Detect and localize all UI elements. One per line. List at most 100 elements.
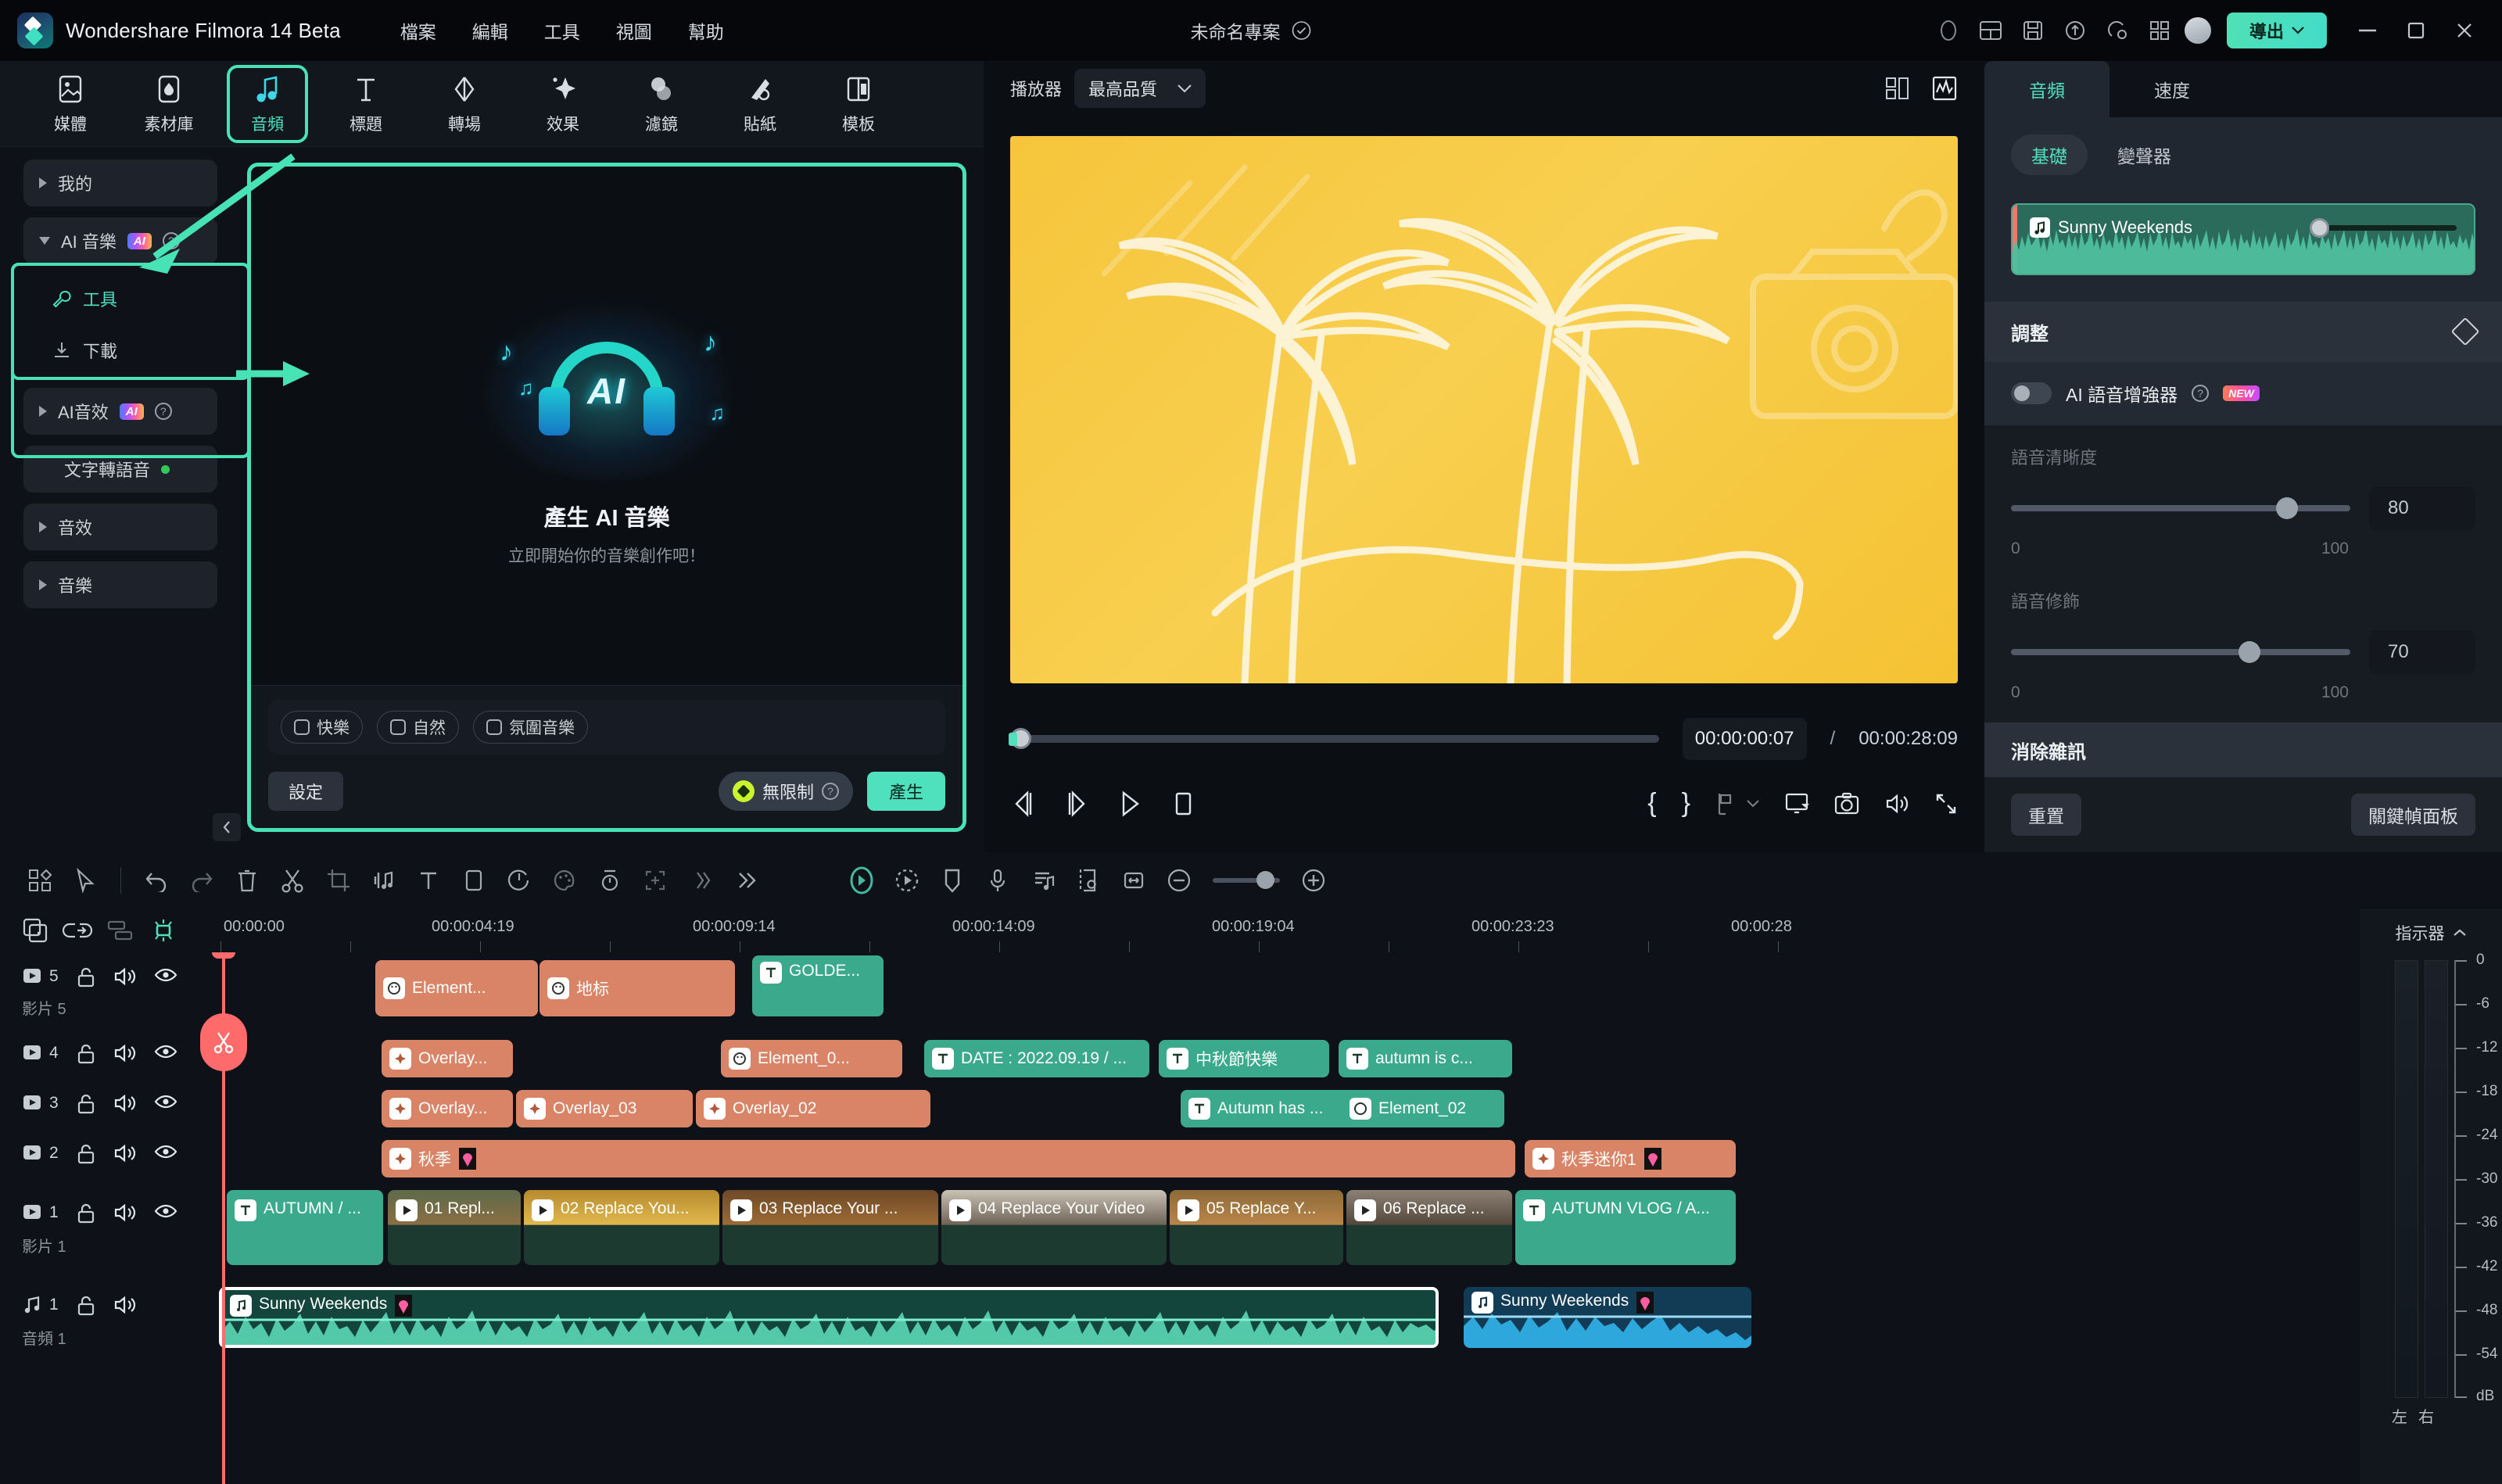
speed-icon[interactable] [496,858,542,903]
waveform-view-icon[interactable] [1931,75,1958,102]
track-lock-icon-3[interactable] [76,1093,96,1115]
track-mute-icon-1[interactable] [113,1203,137,1223]
zoom-in-button[interactable] [1291,858,1336,903]
voice-clarity-slider[interactable] [2011,497,2350,520]
keyframe-panel-button[interactable]: 關鍵幀面板 [2351,793,2475,836]
track-mute-icon-4[interactable] [113,1043,137,1063]
track-mute-icon-audio-1[interactable] [113,1295,137,1315]
subtab-basic[interactable]: 基礎 [2011,134,2088,175]
timeline-clip[interactable]: 05 Replace Y... [1170,1190,1343,1265]
voice-polish-knob[interactable] [2238,641,2260,664]
snapshot-device-icon[interactable] [1784,791,1809,816]
track-lock-icon-1[interactable] [76,1203,96,1224]
minimize-button[interactable] [2347,10,2388,51]
timeline-clip[interactable]: Overlay... [382,1090,513,1127]
split-scissors-icon[interactable] [270,858,315,903]
timeline-clip[interactable]: Element_0... [721,1040,902,1077]
tab-stock[interactable]: 素材庫 [131,68,206,140]
link-clips-icon[interactable] [63,919,92,941]
menu-help[interactable]: 幫助 [676,11,737,50]
timeline-clip[interactable]: 02 Replace You... [524,1190,719,1265]
play-button[interactable] [1117,790,1143,818]
color-palette-icon[interactable] [542,858,587,903]
settings-button[interactable]: 設定 [268,772,344,811]
track-visibility-icon-5[interactable] [154,966,177,984]
timeline-ruler[interactable]: 00:00:00 00:00:04:19 00:00:09:14 00:00:1… [220,909,2360,952]
close-button[interactable] [2444,10,2485,51]
detach-audio-icon[interactable] [360,858,406,903]
timeline-clip[interactable]: Sunny Weekends [1464,1287,1751,1348]
ai-voice-enhancer-toggle[interactable] [2011,382,2052,405]
sidebar-item-sfx[interactable]: 音效 [23,504,217,550]
save-icon[interactable] [2016,13,2050,48]
split-at-playhead-button[interactable] [200,1013,247,1071]
redo-icon[interactable] [179,858,224,903]
timeline-clip[interactable]: GOLDE... [752,955,884,1016]
timeline-clip[interactable]: Element_02 [1342,1090,1504,1127]
voice-polish-slider[interactable] [2011,641,2350,664]
crop-icon[interactable] [315,858,360,903]
chip-genre[interactable]: 自然 [377,711,459,744]
timeline-clip[interactable]: Overlay_03 [516,1090,693,1127]
auto-reframe-icon[interactable] [633,858,678,903]
sidebar-item-mine[interactable]: 我的 [23,160,217,206]
beat-detect-icon[interactable] [1020,858,1066,903]
group-tracks-icon[interactable] [106,919,136,941]
delete-icon[interactable] [224,858,270,903]
timeline-clip[interactable]: Sunny Weekends [219,1287,1439,1348]
timeline-clip[interactable]: 03 Replace Your ... [722,1190,938,1265]
playhead-handle[interactable] [212,952,235,959]
timeline-clip[interactable]: autumn is c... [1339,1040,1512,1077]
menu-file[interactable]: 檔案 [388,11,449,50]
tab-template[interactable]: 模板 [821,68,896,140]
track-visibility-icon-4[interactable] [154,1043,177,1060]
timeline-clip[interactable]: Overlay... [382,1040,513,1077]
track-visibility-icon-3[interactable] [154,1093,177,1110]
tab-title[interactable]: 標題 [328,68,403,140]
add-track-icon[interactable] [22,917,48,944]
unlimited-badge[interactable]: 無限制 ? [718,772,853,811]
tab-speed-props[interactable]: 速度 [2109,61,2235,117]
quality-select[interactable]: 最高品質 [1074,69,1206,108]
generate-button[interactable]: 產生 [866,772,945,811]
support-icon[interactable] [2100,13,2135,48]
track-lock-icon-audio-1[interactable] [76,1295,96,1317]
track-lock-icon-2[interactable] [76,1143,96,1165]
voice-polish-value[interactable]: 70 [2369,630,2475,675]
noise-removal-header[interactable]: 消除雜訊 [1984,722,2502,777]
audio-clip-preview[interactable]: Sunny Weekends [2011,203,2475,275]
timeline-clip[interactable]: 中秋節快樂 [1159,1040,1329,1077]
timeline-clip[interactable]: AUTUMN / ... [227,1190,383,1265]
clip-volume-slider[interactable] [2310,218,2457,238]
prev-frame-button[interactable] [1010,790,1037,818]
voice-clarity-knob[interactable] [2275,497,2298,520]
help-icon[interactable]: ? [821,783,839,800]
sidebar-item-downloads[interactable]: 下載 [23,327,217,374]
layout-icon[interactable] [1973,13,2008,48]
mask-icon[interactable] [678,858,723,903]
next-frame-button[interactable] [1063,790,1090,818]
voice-clarity-value[interactable]: 80 [2369,486,2475,531]
layout-blocks-icon[interactable] [17,858,63,903]
record-icon[interactable] [1931,13,1966,48]
track-mute-icon-2[interactable] [113,1143,137,1163]
tab-filter[interactable]: 濾鏡 [624,68,699,140]
snap-magnet-icon[interactable] [150,918,177,943]
menu-view[interactable]: 視圖 [604,11,665,50]
timeline-clip[interactable]: 06 Replace ... [1346,1190,1512,1265]
timeline-clip[interactable]: 01 Repl... [388,1190,521,1265]
stop-button[interactable] [1170,790,1196,818]
help-icon[interactable]: ? [2192,385,2210,403]
chip-mood[interactable]: 快樂 [281,711,363,744]
sidebar-item-tools[interactable]: 工具 [23,275,217,322]
avatar[interactable] [2185,17,2211,44]
undo-icon[interactable] [134,858,179,903]
record-voiceover-icon[interactable] [975,858,1020,903]
sidebar-item-tts[interactable]: 文字轉語音 [23,446,217,493]
video-preview[interactable] [1010,136,1958,683]
subtab-voice-changer[interactable]: 變聲器 [2097,134,2192,175]
tab-transition[interactable]: 轉場 [427,68,502,140]
help-icon[interactable]: ? [162,232,180,249]
tab-media[interactable]: 媒體 [33,68,108,140]
timeline-clip[interactable]: Element... [375,960,538,1016]
